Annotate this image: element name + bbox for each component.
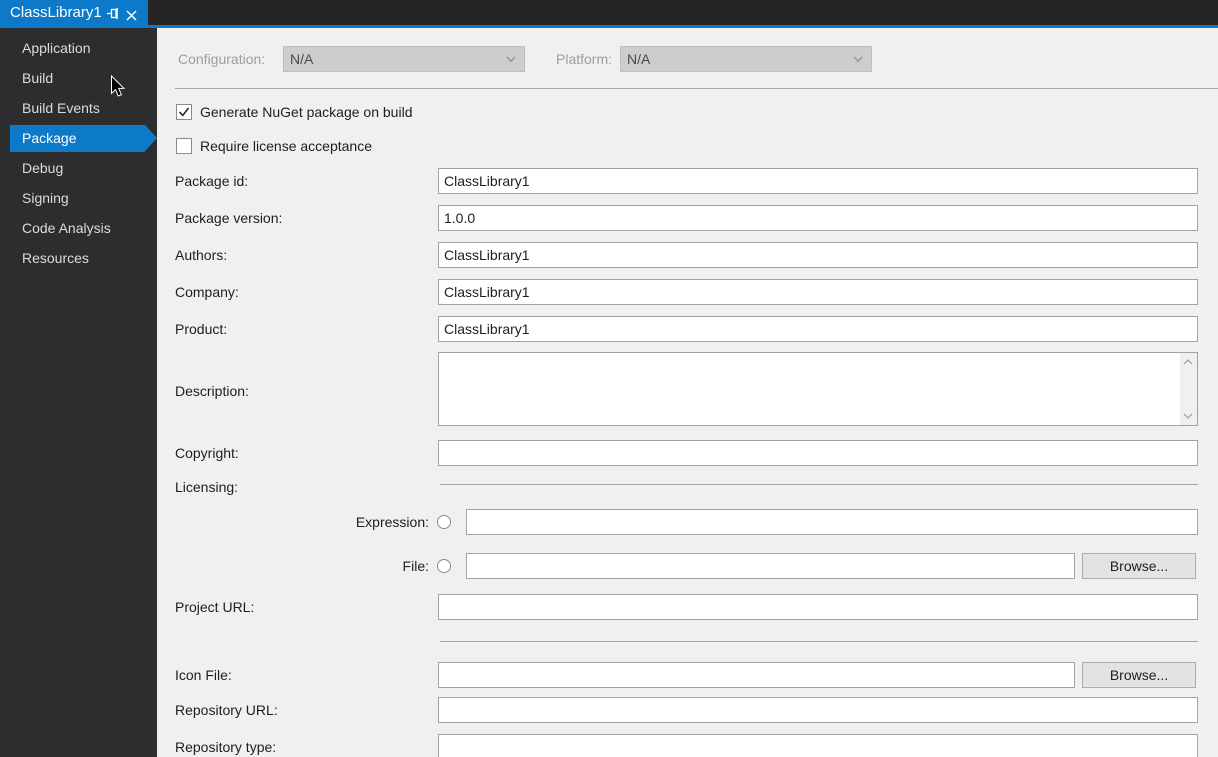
product-label: Product: [175, 321, 228, 337]
generate-nuget-checkbox[interactable] [176, 104, 192, 120]
checkmark-icon [178, 107, 190, 117]
file-browse-button[interactable]: Browse... [1082, 553, 1196, 579]
file-label: File: [402, 558, 429, 574]
scrollbar[interactable] [1180, 353, 1197, 425]
file-radio[interactable] [437, 559, 451, 573]
tab-title: ClassLibrary1 [10, 4, 102, 21]
project-properties-page: ClassLibrary1 Application Build Build Ev… [0, 0, 1218, 757]
icon-file-input[interactable] [438, 662, 1075, 688]
repository-url-input[interactable] [438, 697, 1198, 723]
file-input[interactable] [466, 553, 1075, 579]
sidebar-item-code-analysis[interactable]: Code Analysis [0, 213, 157, 243]
icon-file-label: Icon File: [175, 667, 232, 683]
repository-url-label: Repository URL: [175, 702, 278, 718]
copyright-input[interactable] [438, 440, 1198, 466]
sidebar-item-debug[interactable]: Debug [0, 153, 157, 183]
sidebar-item-signing[interactable]: Signing [0, 183, 157, 213]
properties-sidebar: Application Build Build Events Package D… [0, 28, 157, 757]
platform-value: N/A [627, 51, 651, 67]
generate-nuget-label: Generate NuGet package on build [200, 104, 413, 120]
authors-input[interactable] [438, 242, 1198, 268]
icon-file-browse-button[interactable]: Browse... [1082, 662, 1196, 688]
package-id-input[interactable] [438, 168, 1198, 194]
description-label: Description: [175, 383, 249, 399]
licensing-label: Licensing: [175, 479, 239, 495]
mouse-cursor [111, 75, 125, 97]
document-tab-strip: ClassLibrary1 [0, 0, 1218, 28]
sidebar-item-application[interactable]: Application [0, 33, 157, 63]
package-version-input[interactable] [438, 205, 1198, 231]
document-tab[interactable]: ClassLibrary1 [0, 0, 148, 28]
configuration-value: N/A [290, 51, 314, 67]
company-label: Company: [175, 284, 239, 300]
expression-radio[interactable] [437, 515, 451, 529]
expression-input[interactable] [466, 509, 1198, 535]
scroll-up-icon[interactable] [1183, 359, 1193, 365]
company-input[interactable] [438, 279, 1198, 305]
description-textarea[interactable] [438, 352, 1198, 426]
package-panel: Configuration: N/A Platform: N/A Generat… [157, 28, 1218, 757]
sidebar-item-build[interactable]: Build [0, 63, 157, 93]
project-url-input[interactable] [438, 594, 1198, 620]
authors-label: Authors: [175, 247, 228, 263]
package-version-label: Package version: [175, 210, 283, 226]
chevron-down-icon [506, 56, 516, 63]
repository-type-label: Repository type: [175, 739, 277, 755]
copyright-label: Copyright: [175, 445, 239, 461]
product-input[interactable] [438, 316, 1198, 342]
close-icon[interactable] [126, 8, 137, 24]
sidebar-nav: Application Build Build Events Package D… [0, 33, 157, 273]
platform-dropdown[interactable]: N/A [620, 46, 872, 72]
platform-label: Platform: [556, 51, 613, 67]
sidebar-item-package[interactable]: Package [10, 125, 157, 152]
toolbar-divider [175, 88, 1218, 89]
package-id-label: Package id: [175, 173, 249, 189]
repository-type-input[interactable] [438, 734, 1198, 757]
require-license-label: Require license acceptance [200, 138, 372, 154]
configuration-label: Configuration: [178, 51, 266, 67]
project-url-label: Project URL: [175, 599, 255, 615]
expression-label: Expression: [355, 514, 429, 530]
require-license-checkbox[interactable] [176, 138, 192, 154]
section-divider [440, 641, 1198, 642]
sidebar-item-resources[interactable]: Resources [0, 243, 157, 273]
chevron-down-icon [853, 56, 863, 63]
sidebar-item-build-events[interactable]: Build Events [0, 93, 157, 123]
pin-icon[interactable] [106, 5, 121, 24]
scroll-down-icon[interactable] [1183, 413, 1193, 419]
configuration-dropdown[interactable]: N/A [283, 46, 525, 72]
licensing-divider [440, 484, 1198, 485]
